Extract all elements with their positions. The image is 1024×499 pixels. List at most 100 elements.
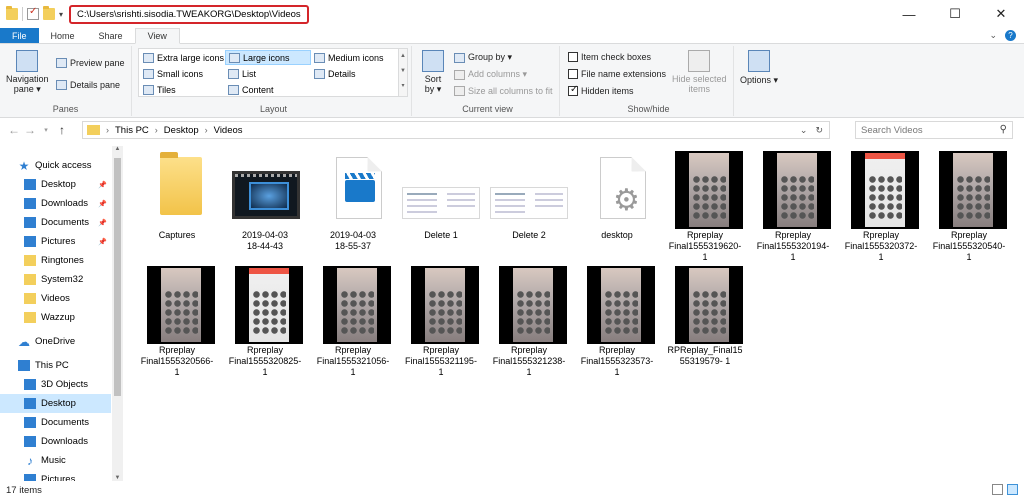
nav-item-desktop[interactable]: Desktop 📌 (0, 175, 111, 194)
layout-tiles[interactable]: Tiles (140, 82, 179, 97)
up-icon[interactable]: ↑ (54, 123, 70, 137)
file-item[interactable]: Rpreplay Final1555319620- 1 (664, 151, 746, 263)
navigation-pane-button[interactable]: Navigation pane ▾ (6, 50, 49, 94)
add-columns-button[interactable]: Add columns ▾ (454, 69, 527, 80)
group-by-button[interactable]: Group by ▾ (454, 52, 512, 63)
chevron-down-icon[interactable]: ▾ (59, 10, 63, 19)
file-item[interactable]: Delete 1 (400, 151, 482, 241)
search-icon[interactable]: ⚲ (1000, 124, 1007, 135)
scroll-up-icon[interactable]: ▲ (112, 146, 123, 152)
breadcrumb-separator-icon[interactable]: › (106, 125, 109, 135)
hidden-items-toggle[interactable]: Hidden items (568, 84, 634, 96)
size-columns-button[interactable]: Size all columns to fit (454, 86, 553, 96)
nav-item-3d-objects[interactable]: 3D Objects (0, 375, 111, 394)
tab-view[interactable]: View (134, 28, 180, 44)
nav-item-this-pc[interactable]: This PC (0, 356, 111, 375)
file-item[interactable]: Rpreplay Final1555320540- 1 (928, 151, 1010, 263)
control-center-grid (252, 290, 286, 334)
nav-item-pictures[interactable]: Pictures (0, 470, 111, 481)
file-item[interactable]: Rpreplay Final1555320194- 1 (752, 151, 834, 263)
file-item[interactable]: 2019-04-03 18-44-43 (224, 151, 306, 252)
documents-icon (24, 217, 36, 228)
refresh-icon[interactable]: ↻ (815, 125, 823, 136)
breadcrumb-this-pc[interactable]: This PC (115, 125, 149, 136)
file-item[interactable]: Rpreplay Final1555320566- 1 (136, 266, 218, 378)
layout-medium-icons[interactable]: Medium icons (311, 50, 387, 65)
nav-item-ringtones[interactable]: Ringtones (0, 251, 111, 270)
nav-item-onedrive[interactable]: ☁ OneDrive (0, 332, 111, 351)
maximize-button[interactable]: ☐ (932, 0, 978, 28)
nav-scrollbar-thumb[interactable] (114, 158, 121, 396)
file-item[interactable]: Delete 2 (488, 151, 570, 241)
new-folder-icon[interactable] (43, 6, 55, 20)
large-icons-view-icon[interactable] (1007, 484, 1018, 495)
layout-list[interactable]: List (225, 66, 259, 81)
folder-icon (87, 125, 100, 135)
search-input[interactable]: Search Videos ⚲ (855, 121, 1013, 139)
file-item[interactable]: Rpreplay Final1555321056- 1 (312, 266, 394, 378)
nav-item-documents[interactable]: Documents 📌 (0, 213, 111, 232)
tab-file[interactable]: File (0, 28, 39, 43)
layout-content[interactable]: Content (225, 82, 277, 97)
layout-extra-large-icons[interactable]: Extra large icons (140, 50, 227, 65)
breadcrumb-separator-icon[interactable]: › (205, 125, 208, 135)
file-item[interactable]: RPReplay_Final15 55319579- 1 (664, 266, 746, 367)
file-name: Delete 1 (424, 230, 458, 240)
forward-icon[interactable]: → (22, 123, 38, 137)
chevron-down-icon[interactable]: ⌄ (800, 125, 808, 136)
pictures-icon (24, 236, 36, 247)
nav-item-wazzup[interactable]: Wazzup (0, 308, 111, 327)
nav-item-downloads[interactable]: Downloads 📌 (0, 194, 111, 213)
file-item[interactable]: Rpreplay Final1555320372- 1 (840, 151, 922, 263)
music-icon: ♪ (27, 453, 33, 468)
file-item[interactable]: ⚙ desktop (576, 151, 658, 241)
options-button[interactable]: Options ▾ (740, 50, 778, 86)
sort-by-button[interactable]: Sort by ▾ (422, 50, 444, 94)
chevron-down-icon[interactable]: ⌄ (989, 30, 997, 41)
file-item[interactable]: Captures (136, 151, 218, 241)
help-icon[interactable]: ? (1005, 30, 1016, 41)
file-name-extensions-toggle[interactable]: File name extensions (568, 69, 666, 79)
details-pane-button[interactable]: Details pane (56, 80, 120, 90)
recent-locations-icon[interactable]: ▾ (38, 126, 54, 134)
settings-file-icon: ⚙ (600, 157, 646, 219)
file-item[interactable]: 2019-04-03 18-55-37 (312, 151, 394, 252)
screenshot-thumbnail (402, 187, 480, 219)
item-check-boxes-toggle[interactable]: Item check boxes (568, 52, 651, 62)
app-header (865, 153, 905, 159)
layout-large-icons[interactable]: Large icons (225, 50, 311, 65)
checkbox-icon (568, 52, 578, 62)
file-item[interactable]: Rpreplay Final1555320825- 1 (224, 266, 306, 378)
nav-item-documents[interactable]: Documents (0, 413, 111, 432)
star-icon: ★ (18, 158, 30, 173)
layout-details[interactable]: Details (311, 66, 359, 81)
tab-share[interactable]: Share (87, 28, 135, 43)
nav-item-label: Ringtones (41, 255, 84, 266)
close-button[interactable]: ✕ (978, 0, 1024, 28)
preview-pane-button[interactable]: Preview pane (56, 58, 125, 68)
nav-item-downloads[interactable]: Downloads (0, 432, 111, 451)
back-icon[interactable]: ← (6, 123, 22, 137)
nav-item-videos[interactable]: Videos (0, 289, 111, 308)
tab-home[interactable]: Home (39, 28, 87, 43)
properties-icon[interactable] (27, 6, 39, 20)
nav-scrollbar[interactable]: ▲ ▼ (112, 146, 123, 481)
layout-small-icons[interactable]: Small icons (140, 66, 206, 81)
hide-selected-items-button[interactable]: Hide selected items (672, 50, 727, 94)
file-item[interactable]: Rpreplay Final1555323573- 1 (576, 266, 658, 378)
breadcrumb-separator-icon[interactable]: › (155, 125, 158, 135)
nav-item-quick-access[interactable]: ★ Quick access (0, 156, 111, 175)
file-item[interactable]: Rpreplay Final1555321195- 1 (400, 266, 482, 378)
control-center-grid (956, 175, 990, 219)
minimize-button[interactable]: — (886, 0, 932, 28)
nav-item-pictures[interactable]: Pictures 📌 (0, 232, 111, 251)
breadcrumb-desktop[interactable]: Desktop (164, 125, 199, 136)
layout-gallery-scroll[interactable]: ▲ ▼ ▾ (398, 49, 407, 96)
address-bar[interactable]: › This PC › Desktop › Videos ⌄ ↻ (82, 121, 830, 139)
details-view-icon[interactable] (992, 484, 1003, 495)
breadcrumb-videos[interactable]: Videos (214, 125, 243, 136)
nav-item-music[interactable]: ♪ Music (0, 451, 111, 470)
file-item[interactable]: Rpreplay Final1555321238- 1 (488, 266, 570, 378)
nav-item-system32[interactable]: System32 (0, 270, 111, 289)
nav-item-desktop[interactable]: Desktop (0, 394, 111, 413)
